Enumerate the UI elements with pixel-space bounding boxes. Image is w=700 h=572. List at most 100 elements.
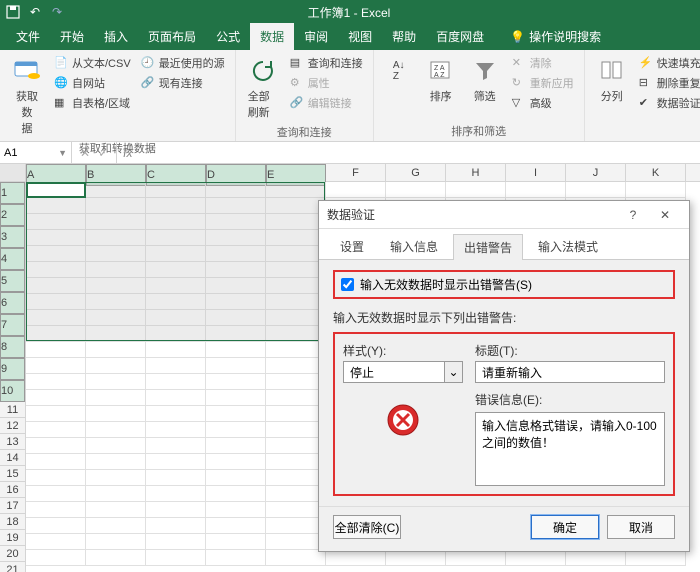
refresh-all-button[interactable]: 全部刷新: [244, 54, 282, 122]
remove-dup-button[interactable]: ⊟删除重复值: [637, 74, 700, 92]
cell[interactable]: [26, 518, 86, 534]
show-error-checkbox[interactable]: 输入无效数据时显示出错警告(S): [341, 276, 667, 293]
cell[interactable]: [386, 182, 446, 198]
col-header[interactable]: F: [326, 164, 386, 181]
cell[interactable]: [26, 374, 86, 390]
cell[interactable]: [146, 518, 206, 534]
advanced-filter-button[interactable]: ▽高级: [510, 94, 576, 112]
message-textarea[interactable]: [475, 412, 665, 486]
cell[interactable]: [26, 534, 86, 550]
cell[interactable]: [206, 438, 266, 454]
cell[interactable]: [146, 390, 206, 406]
row-header[interactable]: 17: [0, 498, 25, 514]
cell[interactable]: [266, 422, 326, 438]
sort-button[interactable]: Z AA Z 排序: [422, 54, 460, 106]
enter-fx-icon[interactable]: ✓: [98, 146, 108, 160]
cell[interactable]: [86, 470, 146, 486]
cell[interactable]: [26, 470, 86, 486]
cell[interactable]: [266, 390, 326, 406]
col-header[interactable]: G: [386, 164, 446, 181]
clear-all-button[interactable]: 全部清除(C): [333, 515, 401, 539]
row-header[interactable]: 15: [0, 466, 25, 482]
cell[interactable]: [146, 438, 206, 454]
close-icon[interactable]: ✕: [649, 203, 681, 227]
cell[interactable]: [266, 438, 326, 454]
cell[interactable]: [206, 454, 266, 470]
name-box-input[interactable]: [4, 147, 48, 159]
cell[interactable]: [26, 502, 86, 518]
queries-conn-button[interactable]: ▤查询和连接: [288, 54, 365, 72]
row-header[interactable]: 21: [0, 562, 25, 572]
help-button[interactable]: ?: [617, 203, 649, 227]
cell[interactable]: [86, 486, 146, 502]
row-header[interactable]: 14: [0, 450, 25, 466]
cell[interactable]: [266, 486, 326, 502]
cell[interactable]: [566, 182, 626, 198]
row-header[interactable]: 9: [0, 358, 25, 380]
cell[interactable]: [266, 550, 326, 566]
tab-file[interactable]: 文件: [6, 23, 50, 50]
cell[interactable]: [146, 422, 206, 438]
cell[interactable]: [146, 502, 206, 518]
cell[interactable]: [206, 422, 266, 438]
tab-home[interactable]: 开始: [50, 23, 94, 50]
cell[interactable]: [206, 550, 266, 566]
cell[interactable]: [266, 406, 326, 422]
row-header[interactable]: 13: [0, 434, 25, 450]
row-header[interactable]: 4: [0, 248, 25, 270]
cell[interactable]: [26, 358, 86, 374]
row-header[interactable]: 19: [0, 530, 25, 546]
cell[interactable]: [206, 486, 266, 502]
cell[interactable]: [506, 550, 566, 566]
cell[interactable]: [26, 550, 86, 566]
row-header[interactable]: 7: [0, 314, 25, 336]
cell[interactable]: [206, 406, 266, 422]
col-header[interactable]: J: [566, 164, 626, 181]
cell[interactable]: [626, 182, 686, 198]
chevron-down-icon[interactable]: ▼: [58, 148, 67, 158]
cell[interactable]: [266, 534, 326, 550]
cell[interactable]: [206, 342, 266, 358]
cell[interactable]: [86, 438, 146, 454]
recent-sources-button[interactable]: 🕘最近使用的源: [139, 54, 227, 72]
col-header[interactable]: I: [506, 164, 566, 181]
row-header[interactable]: 6: [0, 292, 25, 314]
cell[interactable]: [206, 374, 266, 390]
cell[interactable]: [146, 358, 206, 374]
cell[interactable]: [146, 486, 206, 502]
cell[interactable]: [506, 182, 566, 198]
cell[interactable]: [86, 534, 146, 550]
row-header[interactable]: 20: [0, 546, 25, 562]
cell[interactable]: [86, 358, 146, 374]
cell[interactable]: [26, 486, 86, 502]
cell[interactable]: [266, 358, 326, 374]
properties-button[interactable]: ⚙属性: [288, 74, 365, 92]
cell[interactable]: [446, 550, 506, 566]
text-to-cols-button[interactable]: 分列: [593, 54, 631, 106]
cell[interactable]: [86, 342, 146, 358]
tell-me[interactable]: 💡 操作说明搜索: [502, 23, 609, 50]
cell[interactable]: [86, 406, 146, 422]
cell[interactable]: [146, 454, 206, 470]
cell[interactable]: [86, 454, 146, 470]
chevron-down-icon[interactable]: ⌄: [444, 362, 462, 382]
data-validation-button[interactable]: ✔数据验证: [637, 94, 700, 112]
cell[interactable]: [86, 390, 146, 406]
cell[interactable]: [146, 374, 206, 390]
from-web-button[interactable]: 🌐自网站: [52, 74, 133, 92]
cell[interactable]: [146, 534, 206, 550]
cell[interactable]: [26, 406, 86, 422]
undo-icon[interactable]: ↶: [28, 5, 42, 19]
tab-layout[interactable]: 页面布局: [138, 23, 206, 50]
row-header[interactable]: 2: [0, 204, 25, 226]
cell[interactable]: [206, 390, 266, 406]
cell[interactable]: [146, 550, 206, 566]
tab-review[interactable]: 审阅: [294, 23, 338, 50]
save-icon[interactable]: [6, 5, 20, 19]
cell[interactable]: [326, 550, 386, 566]
from-table-button[interactable]: ▦自表格/区域: [52, 94, 133, 112]
cell[interactable]: [146, 342, 206, 358]
cell[interactable]: [386, 550, 446, 566]
cell[interactable]: [206, 502, 266, 518]
row-header[interactable]: 10: [0, 380, 25, 402]
